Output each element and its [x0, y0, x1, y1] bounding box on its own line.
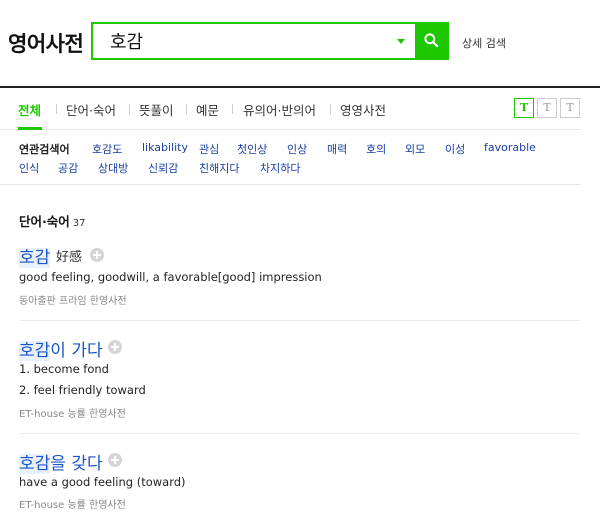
- search-button[interactable]: [415, 22, 449, 60]
- entry-source[interactable]: ET-house 능률 한영사전: [19, 496, 126, 511]
- tab-separator: [186, 104, 187, 114]
- font-size-large-button[interactable]: T: [514, 98, 534, 118]
- tab-separator: [129, 104, 130, 114]
- related-link[interactable]: 외모: [405, 141, 425, 157]
- related-link[interactable]: 호의: [366, 141, 386, 157]
- related-link[interactable]: 이성: [445, 141, 465, 157]
- entry-divider: [19, 320, 580, 321]
- entry-meaning: 2. feel friendly toward: [19, 383, 146, 397]
- headword-highlight: 호감: [19, 454, 51, 474]
- related-link[interactable]: 공감: [58, 160, 78, 176]
- headword-rest: 을 갖다: [50, 454, 103, 474]
- related-link[interactable]: 첫인상: [237, 141, 267, 157]
- advanced-search-link[interactable]: 상세 검색: [462, 35, 506, 51]
- entry-headword[interactable]: 호감이 가다: [19, 336, 103, 361]
- dictionary-logo[interactable]: 영어사전: [8, 28, 84, 58]
- related-divider: [0, 184, 580, 185]
- font-size-small-button[interactable]: T: [560, 98, 580, 118]
- active-tab-indicator: [18, 127, 42, 130]
- related-link[interactable]: 인식: [19, 160, 39, 176]
- add-to-wordbook-icon[interactable]: [90, 248, 104, 262]
- add-to-wordbook-icon[interactable]: [108, 340, 122, 354]
- tab-examples[interactable]: 예문: [196, 100, 219, 119]
- tab-separator: [330, 104, 331, 114]
- related-link[interactable]: 차지하다: [260, 160, 300, 176]
- related-link[interactable]: 친해지다: [199, 160, 239, 176]
- headword-rest: 이 가다: [50, 341, 103, 361]
- entry-meaning: good feeling, goodwill, a favorable[good…: [19, 270, 322, 284]
- related-label: 연관검색어: [19, 143, 70, 156]
- tab-synonyms-antonyms[interactable]: 유의어·반의어: [243, 100, 316, 119]
- headword-highlight: 호감: [19, 248, 51, 268]
- tab-definitions[interactable]: 뜻풀이: [139, 100, 174, 119]
- tab-separator: [56, 104, 57, 114]
- tab-words-idioms[interactable]: 단어·숙어: [66, 100, 116, 119]
- entry-divider: [19, 433, 580, 434]
- related-link[interactable]: 상대방: [98, 160, 128, 176]
- related-link[interactable]: favorable: [484, 141, 536, 154]
- add-to-wordbook-icon[interactable]: [108, 453, 122, 467]
- related-link[interactable]: 매력: [327, 141, 347, 157]
- dictionary-entry: 호감 好感 good feeling, goodwill, a favorabl…: [19, 243, 579, 309]
- entry-headword[interactable]: 호감을 갖다: [19, 449, 103, 474]
- search-input[interactable]: [93, 24, 413, 58]
- related-link[interactable]: 인상: [287, 141, 307, 157]
- related-link[interactable]: 호감도: [92, 141, 122, 157]
- autocomplete-toggle-icon[interactable]: [397, 39, 405, 44]
- dictionary-entry: 호감을 갖다 have a good feeling (toward) ET-h…: [19, 449, 579, 515]
- section-title-text: 단어·숙어: [19, 214, 70, 229]
- headword-highlight: 호감: [19, 341, 51, 361]
- related-link[interactable]: likability: [142, 141, 188, 154]
- tab-english-english[interactable]: 영영사전: [340, 100, 386, 119]
- entry-source[interactable]: ET-house 능률 한영사전: [19, 405, 126, 420]
- search-icon: [424, 33, 438, 47]
- entry-meaning: have a good feeling (toward): [19, 475, 186, 489]
- entry-headword[interactable]: 호감: [19, 243, 51, 268]
- search-tabs: 전체 단어·숙어 뜻풀이 예문 유의어·반의어 영영사전 T T T: [0, 90, 580, 130]
- font-size-medium-button[interactable]: T: [537, 98, 557, 118]
- related-link[interactable]: 관심: [199, 141, 219, 157]
- entry-meaning: 1. become fond: [19, 362, 109, 376]
- tab-separator: [232, 104, 233, 114]
- tab-all[interactable]: 전체: [18, 100, 41, 119]
- search-box: [91, 22, 449, 60]
- header: 영어사전 상세 검색: [0, 0, 600, 88]
- entry-source[interactable]: 동아출판 프라임 한영사전: [19, 292, 127, 307]
- dictionary-entry: 호감이 가다 1. become fond 2. feel friendly t…: [19, 336, 579, 422]
- entry-hanja: 好感: [56, 250, 83, 265]
- related-link[interactable]: 신뢰감: [148, 160, 178, 176]
- result-count: 37: [72, 218, 86, 229]
- section-title: 단어·숙어 37: [19, 211, 85, 230]
